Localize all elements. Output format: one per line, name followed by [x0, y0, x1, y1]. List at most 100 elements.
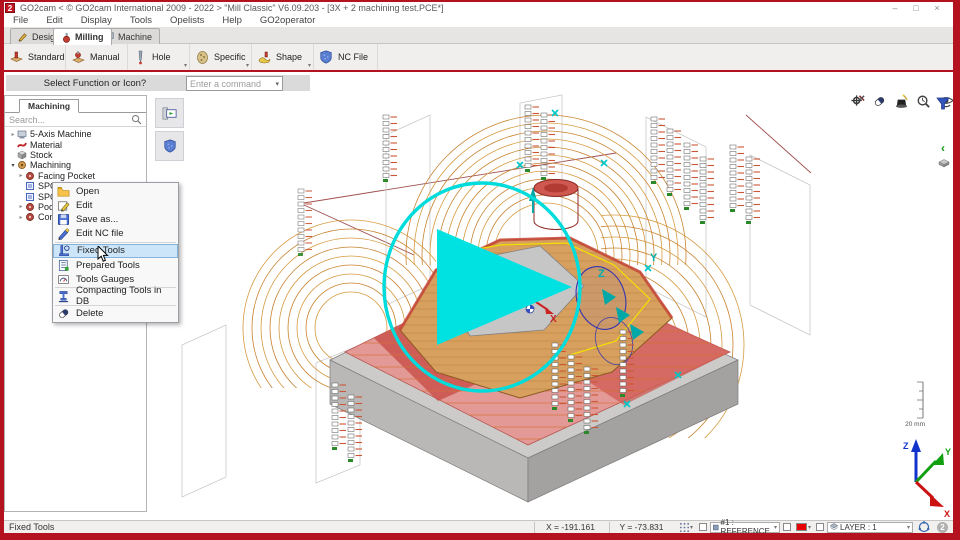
color-picker-button[interactable]: ▾ — [794, 523, 813, 531]
svg-text:Z: Z — [598, 268, 605, 280]
svg-text:Y: Y — [945, 447, 951, 457]
menu-item-open[interactable]: Open — [53, 184, 178, 198]
reference-combobox[interactable]: #1 : REFERENCE ▾ — [710, 522, 780, 533]
menu-item-save-as[interactable]: Save as... — [53, 212, 178, 226]
spot-drill-icon — [25, 192, 35, 202]
filter-funnel-icon[interactable] — [936, 97, 950, 116]
tree-item-material[interactable]: Material — [5, 139, 146, 149]
menu-opelists[interactable]: Opelists — [161, 15, 213, 26]
window-border-right — [953, 0, 960, 540]
menu-file[interactable]: File — [4, 15, 37, 26]
chevron-down-icon: ▾ — [774, 524, 777, 531]
prompt-row: Select Function or Icon? Enter a command… — [4, 72, 953, 93]
menu-item-fixed-tools[interactable]: Fixed Tools — [53, 244, 178, 258]
tree-item-machining[interactable]: ▾ Machining — [5, 160, 146, 170]
grid-toggle-button[interactable]: ▾ — [676, 522, 696, 533]
panel-tab-row: Machining — [5, 99, 146, 113]
save-floppy-icon — [57, 213, 70, 226]
menu-edit[interactable]: Edit — [37, 15, 71, 26]
reference-plane-icon — [713, 524, 719, 531]
menu-help[interactable]: Help — [213, 15, 251, 26]
milling-cutter-icon — [61, 32, 72, 43]
machining-icon — [17, 160, 27, 170]
ribbon-nc-file-button[interactable]: NC File — [314, 44, 378, 70]
close-button[interactable]: × — [931, 3, 943, 13]
search-icon[interactable] — [131, 114, 142, 125]
layer-checkbox[interactable] — [816, 523, 824, 531]
view-manager-button[interactable] — [916, 521, 933, 534]
viewport-3d-scene[interactable]: Z Y Z Y X 20 mm Z Y — [146, 93, 953, 522]
expand-icon[interactable]: ▸ — [17, 214, 25, 221]
chevron-down-icon[interactable]: ▾ — [184, 62, 187, 69]
ribbon-hole-button[interactable]: Hole ▾ — [128, 44, 190, 70]
window-border-top — [0, 0, 960, 2]
ribbon-toolbar: Standard Manual Hole ▾ Specific ▾ Shape … — [4, 44, 953, 70]
chevron-down-icon[interactable]: ▾ — [308, 62, 311, 69]
command-combobox[interactable]: Enter a command ▾ — [186, 76, 283, 91]
collapse-icon[interactable]: ▾ — [9, 162, 17, 169]
menu-item-compacting-tools-in-db[interactable]: Compacting Tools in DB — [53, 289, 178, 303]
design-pencil-icon — [18, 31, 29, 42]
window-title: GO2cam < © GO2cam International 2009 - 2… — [20, 3, 443, 13]
nc-check-button[interactable] — [155, 131, 184, 161]
tools-gauges-icon — [57, 273, 70, 286]
hole-drill-icon — [133, 50, 148, 65]
chevron-down-icon: ▾ — [907, 524, 910, 531]
simulation-panel-button[interactable] — [155, 98, 184, 128]
tab-milling[interactable]: Milling — [53, 28, 112, 45]
menu-separator — [55, 242, 176, 243]
search-placeholder: Search... — [9, 115, 45, 125]
status-bar: Fixed Tools X = -191.161 Y = -73.831 ▾ #… — [4, 520, 953, 533]
menu-display[interactable]: Display — [72, 15, 121, 26]
svg-text:Y: Y — [650, 252, 658, 264]
nc-file-shield-icon — [319, 50, 334, 65]
tree-item-5-axis-machine[interactable]: ▸ 5-Axis Machine — [5, 129, 146, 139]
menu-item-tools-gauges[interactable]: Tools Gauges — [53, 272, 178, 286]
ribbon-manual-button[interactable]: Manual — [66, 44, 128, 70]
stock-icon — [17, 150, 27, 160]
minimize-button[interactable]: – — [889, 3, 901, 13]
assistant-badge: 2 — [937, 522, 948, 533]
expand-icon[interactable]: ▸ — [17, 172, 25, 179]
maximize-button[interactable]: □ — [910, 3, 922, 13]
panel-tab-machining[interactable]: Machining — [19, 99, 79, 113]
ribbon-shape-button[interactable]: Shape ▾ — [252, 44, 314, 70]
window-border-left — [0, 0, 4, 540]
prompt-bar: Select Function or Icon? Enter a command… — [6, 75, 310, 91]
tree-item-facing-pocket[interactable]: ▸ Facing Pocket — [5, 171, 146, 181]
expand-icon[interactable]: ▸ — [17, 203, 25, 210]
spot-drill-icon — [25, 181, 35, 191]
simulation-window-icon — [161, 105, 178, 122]
expand-icon[interactable]: ▸ — [9, 131, 17, 138]
color-checkbox[interactable] — [783, 523, 791, 531]
menu-item-delete[interactable]: Delete — [53, 307, 178, 321]
cursor-y-readout: Y = -73.831 — [609, 522, 673, 533]
command-placeholder: Enter a command — [190, 79, 261, 89]
chevron-down-icon[interactable]: ▾ — [246, 62, 249, 69]
reference-checkbox[interactable] — [699, 523, 707, 531]
tree-item-stock[interactable]: Stock — [5, 150, 146, 160]
chevron-down-icon: ▾ — [808, 524, 811, 531]
menu-item-edit-nc-file[interactable]: Edit NC file — [53, 227, 178, 241]
menu-go2operator[interactable]: GO2operator — [251, 15, 324, 26]
layer-combobox[interactable]: LAYER : 1 ▾ — [827, 522, 913, 533]
view-axis-triad: Z Y X — [903, 439, 951, 519]
nc-shield-icon — [163, 139, 177, 153]
ribbon-specific-button[interactable]: Specific ▾ — [190, 44, 252, 70]
ribbon-standard-button[interactable]: Standard — [4, 44, 66, 70]
status-message: Fixed Tools — [4, 522, 54, 532]
stock-view-icon[interactable] — [938, 155, 950, 173]
app-icon: 2 — [5, 3, 15, 13]
menu-item-edit[interactable]: Edit — [53, 198, 178, 212]
assistant-button[interactable]: 2 — [936, 522, 949, 533]
tree-search-row: Search... — [5, 113, 146, 127]
svg-text:Z: Z — [903, 441, 909, 451]
menu-tools[interactable]: Tools — [121, 15, 161, 26]
menu-item-prepared-tools[interactable]: Prepared Tools — [53, 258, 178, 272]
collapse-panel-icon[interactable]: ‹ — [941, 141, 945, 155]
title-bar: 2 GO2cam < © GO2cam International 2009 -… — [4, 2, 953, 14]
edit-pencil-icon — [57, 199, 70, 212]
pocket-operation-icon — [25, 171, 35, 181]
prepared-tools-icon — [57, 259, 70, 272]
mouse-cursor — [97, 246, 109, 263]
